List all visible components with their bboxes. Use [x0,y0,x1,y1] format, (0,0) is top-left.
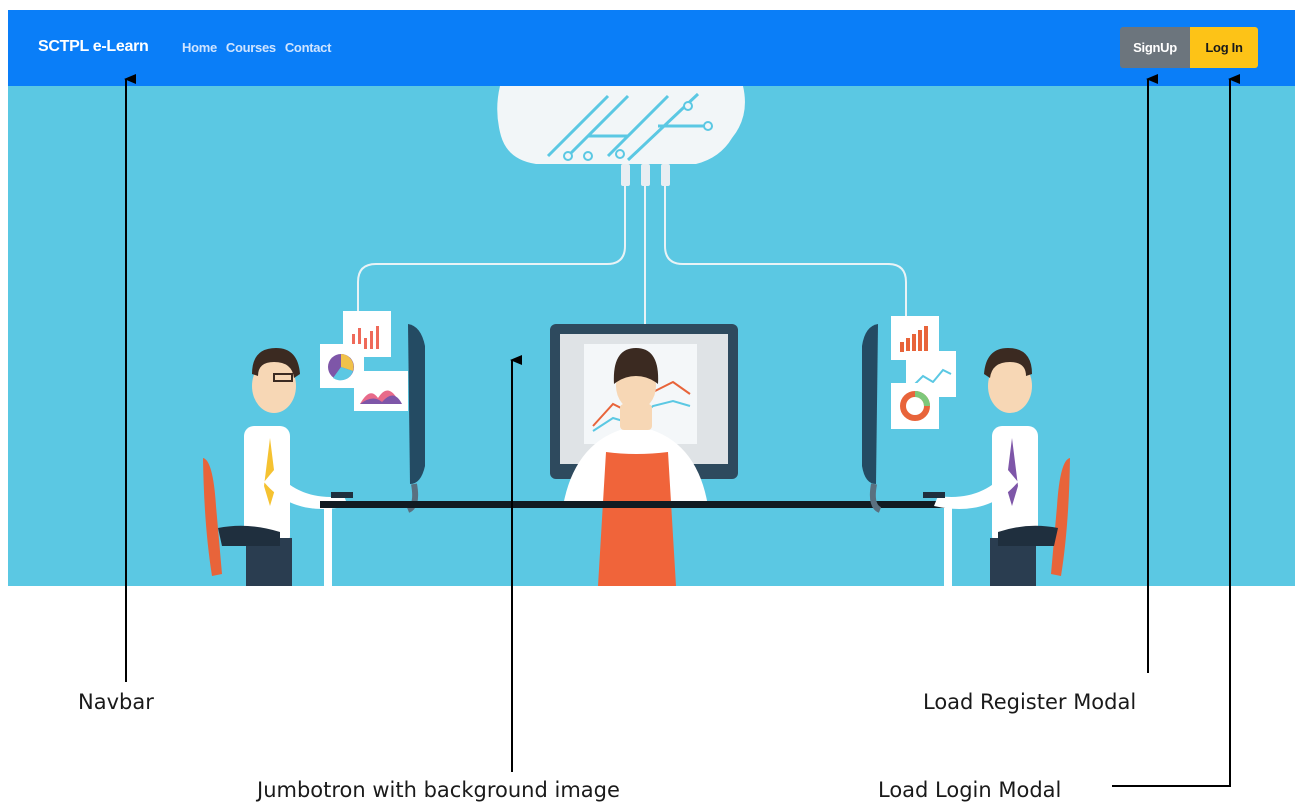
jumbotron-illustration [203,86,1070,586]
navbar: SCTPL e-Learn Home Courses Contact SignU… [8,10,1295,86]
signup-button[interactable]: SignUp [1120,27,1190,68]
annotation-signup: Load Register Modal [923,690,1137,714]
nav-links: Home Courses Contact [182,40,331,55]
person-center [550,324,738,586]
nav-link-courses[interactable]: Courses [226,40,276,55]
chart-cards-right [891,316,956,429]
login-button[interactable]: Log In [1190,27,1258,68]
jumbotron [8,86,1295,586]
nav-link-contact[interactable]: Contact [285,40,332,55]
cloud-icon [497,86,745,186]
nav-link-home[interactable]: Home [182,40,217,55]
annotation-login: Load Login Modal [878,778,1062,802]
annotation-navbar: Navbar [78,690,154,714]
annotation-jumbotron: Jumbotron with background image [257,778,620,802]
brand-logo[interactable]: SCTPL e-Learn [38,38,149,56]
chart-cards-left [320,311,408,411]
page-frame: SCTPL e-Learn Home Courses Contact SignU… [8,10,1295,586]
